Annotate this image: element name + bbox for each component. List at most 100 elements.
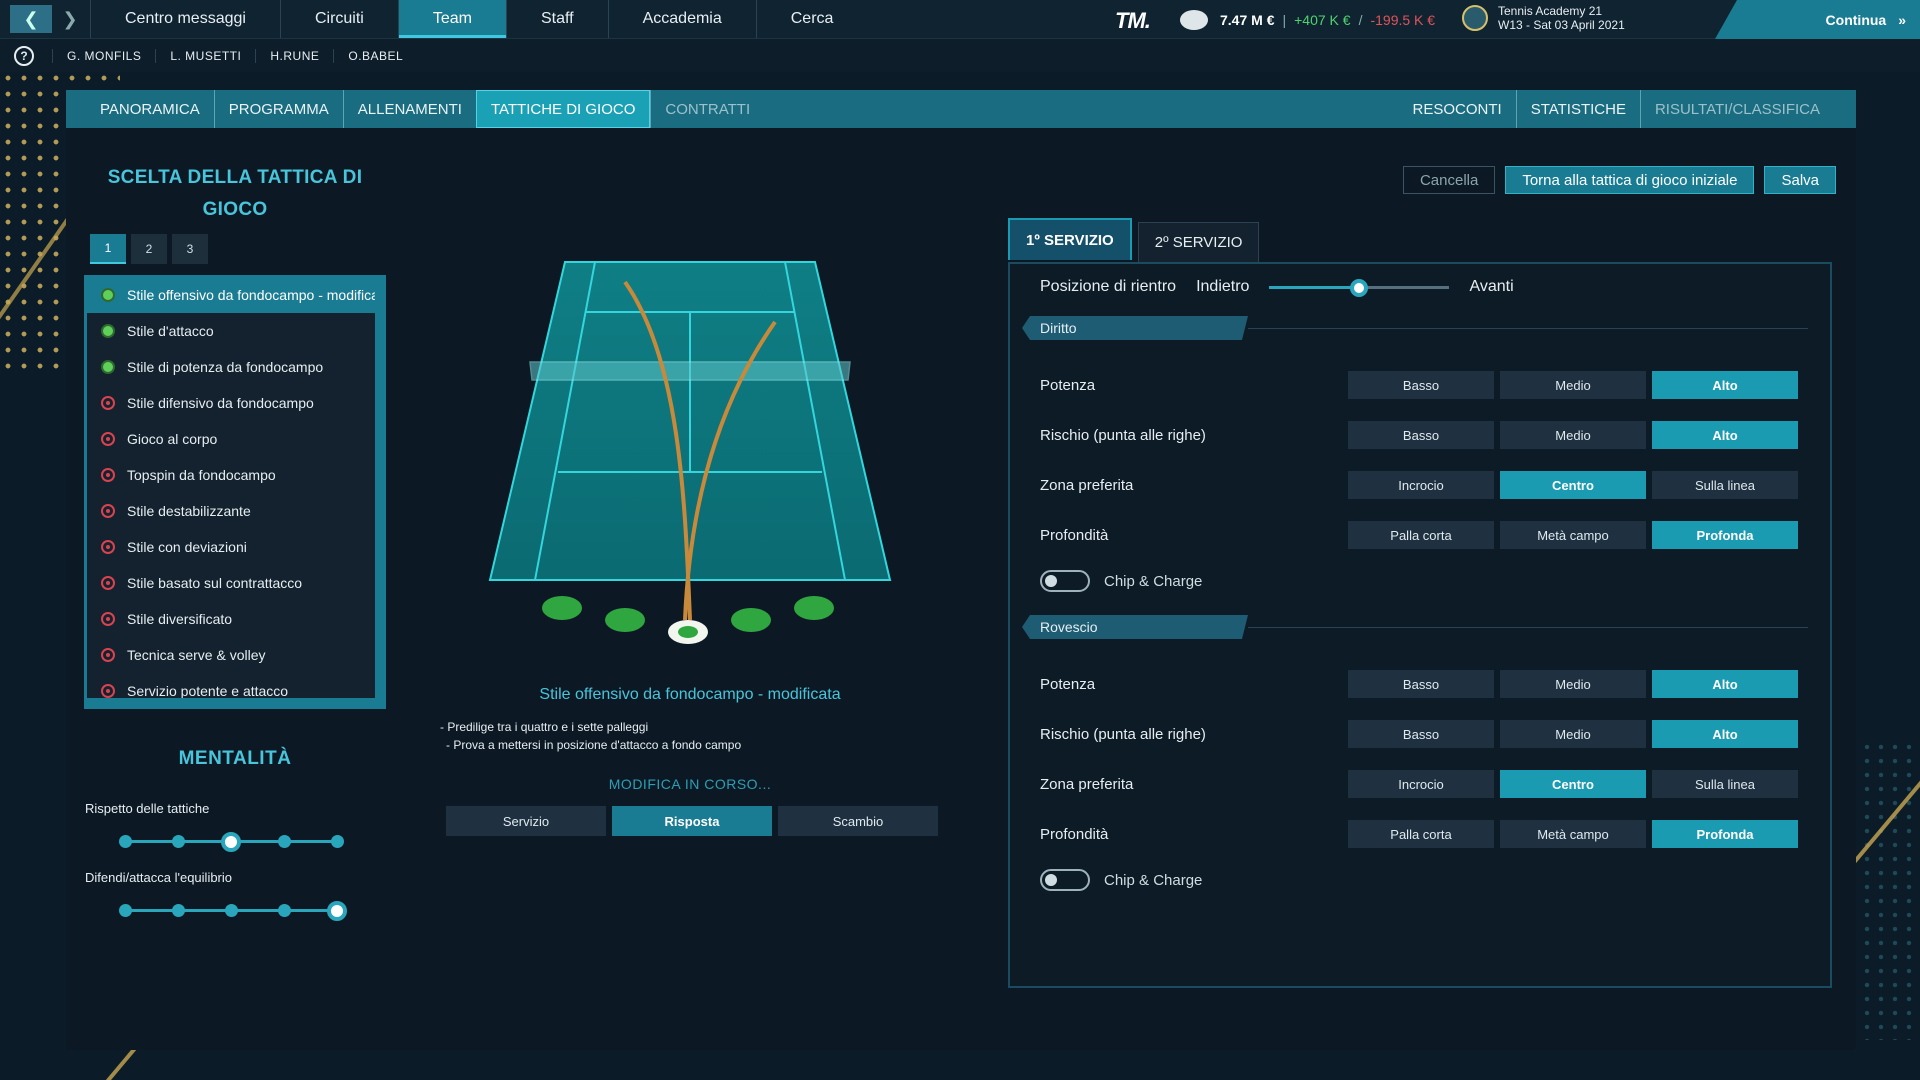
slider-step[interactable] bbox=[172, 835, 185, 848]
option-button[interactable]: Alto bbox=[1652, 670, 1798, 698]
chip-charge-toggle[interactable] bbox=[1040, 570, 1090, 592]
option-button[interactable]: Profonda bbox=[1652, 521, 1798, 549]
option-label: Zona preferita bbox=[1040, 476, 1134, 494]
option-button[interactable]: Basso bbox=[1348, 720, 1494, 748]
mentality-title: MENTALITÀ bbox=[178, 748, 292, 769]
option-button[interactable]: Medio bbox=[1500, 720, 1646, 748]
serve-tab[interactable]: 2º SERVIZIO bbox=[1137, 222, 1260, 262]
tactic-list-item[interactable]: Stile destabilizzante bbox=[87, 493, 383, 529]
help-icon[interactable]: ? bbox=[14, 45, 34, 66]
tactic-list-item[interactable]: Stile con deviazioni bbox=[87, 529, 383, 565]
subtab-programma[interactable]: PROGRAMMA bbox=[213, 90, 343, 128]
option-button[interactable]: Medio bbox=[1500, 670, 1646, 698]
player-tab[interactable]: O.BABEL bbox=[333, 48, 417, 63]
reset-tactic-button[interactable]: Torna alla tattica di gioco iniziale bbox=[1505, 166, 1755, 194]
slider-step[interactable] bbox=[278, 904, 291, 917]
tactic-list-item[interactable]: Stile basato sul contrattacco bbox=[87, 565, 383, 601]
slider-step[interactable] bbox=[331, 835, 344, 848]
subtab-contratti[interactable]: CONTRATTI bbox=[650, 90, 764, 128]
money-total: 7.47 M € bbox=[1220, 12, 1275, 28]
phase-tab-servizio[interactable]: Servizio bbox=[446, 806, 606, 836]
tactic-list-item[interactable]: Gioco al corpo bbox=[87, 421, 383, 457]
mentality-slider[interactable] bbox=[119, 831, 344, 852]
subtabs-left: PANORAMICA PROGRAMMA ALLENAMENTI TATTICHE D… bbox=[66, 90, 764, 128]
subtab-panoramica[interactable]: PANORAMICA bbox=[86, 90, 214, 128]
option-button[interactable]: Sulla linea bbox=[1652, 471, 1798, 499]
tactic-list-item[interactable]: Tecnica serve & volley bbox=[87, 637, 383, 673]
section-header: Diritto bbox=[1022, 316, 1248, 340]
tactic-slot-tab[interactable]: 2 bbox=[131, 234, 167, 264]
phase-tab-scambio[interactable]: Scambio bbox=[778, 806, 938, 836]
nav-item-centro-messaggi[interactable]: Centro messaggi bbox=[90, 0, 280, 38]
money-loss: -199.5 K € bbox=[1370, 12, 1436, 28]
tactic-slot-tab[interactable]: 3 bbox=[172, 234, 208, 264]
subtab-allenamenti[interactable]: ALLENAMENTI bbox=[342, 90, 476, 128]
serve-tab[interactable]: 1º SERVIZIO bbox=[1008, 218, 1132, 260]
subtab-statistiche[interactable]: STATISTICHE bbox=[1515, 90, 1640, 128]
section-header: Rovescio bbox=[1022, 615, 1248, 639]
cancel-button[interactable]: Cancella bbox=[1402, 166, 1496, 194]
academy-info[interactable]: Tennis Academy 21 W13 - Sat 03 April 202… bbox=[1462, 4, 1625, 32]
option-button[interactable]: Alto bbox=[1652, 371, 1798, 399]
option-button[interactable]: Sulla linea bbox=[1652, 770, 1798, 798]
nav-item-staff[interactable]: Staff bbox=[505, 0, 608, 38]
option-button[interactable]: Basso bbox=[1348, 421, 1494, 449]
option-button[interactable]: Metà campo bbox=[1500, 820, 1646, 848]
tactic-list-item[interactable]: Stile d'attacco bbox=[87, 313, 383, 349]
return-position-slider[interactable] bbox=[1269, 279, 1450, 297]
subtab-risultati-classifica[interactable]: RISULTATI/CLASSIFICA bbox=[1639, 90, 1834, 128]
tactic-slot-tab[interactable]: 1 bbox=[90, 234, 126, 264]
player-tab[interactable]: H.RUNE bbox=[255, 48, 333, 63]
option-button[interactable]: Basso bbox=[1348, 371, 1494, 399]
option-button[interactable]: Profonda bbox=[1652, 820, 1798, 848]
mentality-slider[interactable] bbox=[119, 900, 347, 921]
option-button[interactable]: Incrocio bbox=[1348, 770, 1494, 798]
nav-item-accademia[interactable]: Accademia bbox=[607, 0, 756, 38]
subtab-tattiche-di-gioco[interactable]: TATTICHE DI GIOCO bbox=[475, 90, 651, 128]
list-scrollbar[interactable] bbox=[375, 277, 383, 706]
option-button[interactable]: Alto bbox=[1652, 421, 1798, 449]
tactic-label: Gioco al corpo bbox=[127, 431, 218, 447]
tactic-label: Stile offensivo da fondocampo - modifica… bbox=[127, 287, 386, 303]
tactic-list-item[interactable]: Stile diversificato bbox=[87, 601, 383, 637]
available-dot-icon bbox=[101, 360, 115, 374]
slider-step[interactable] bbox=[221, 832, 241, 852]
option-button[interactable]: Centro bbox=[1500, 471, 1646, 499]
option-button[interactable]: Centro bbox=[1500, 770, 1646, 798]
option-button[interactable]: Basso bbox=[1348, 670, 1494, 698]
save-button[interactable]: Salva bbox=[1764, 166, 1836, 194]
player-tab[interactable]: L. MUSETTI bbox=[155, 48, 255, 63]
forward-arrow-icon[interactable]: ❯ bbox=[56, 5, 84, 33]
tactic-list-item[interactable]: Stile offensivo da fondocampo - modifica… bbox=[87, 277, 383, 313]
slider-step[interactable] bbox=[327, 901, 347, 921]
unavailable-dot-icon bbox=[101, 396, 115, 410]
slider-step[interactable] bbox=[172, 904, 185, 917]
option-button[interactable]: Medio bbox=[1500, 371, 1646, 399]
option-button[interactable]: Alto bbox=[1652, 720, 1798, 748]
available-dot-icon bbox=[101, 324, 115, 338]
tactic-label: Stile diversificato bbox=[127, 611, 233, 627]
slider-step[interactable] bbox=[119, 904, 132, 917]
continue-button[interactable]: Continua » bbox=[1715, 0, 1920, 39]
nav-item-team[interactable]: Team bbox=[397, 0, 507, 38]
nav-item-cerca[interactable]: Cerca bbox=[755, 0, 868, 38]
slider-step[interactable] bbox=[225, 904, 238, 917]
back-arrow-icon[interactable]: ❮ bbox=[10, 5, 52, 33]
slider-step[interactable] bbox=[119, 835, 132, 848]
nav-item-circuiti[interactable]: Circuiti bbox=[279, 0, 398, 38]
option-button[interactable]: Medio bbox=[1500, 421, 1646, 449]
option-button[interactable]: Palla corta bbox=[1348, 521, 1494, 549]
slider-knob[interactable] bbox=[1350, 279, 1369, 297]
subtab-resoconti[interactable]: RESOCONTI bbox=[1399, 90, 1516, 128]
slider-step[interactable] bbox=[278, 835, 291, 848]
tactic-list-item[interactable]: Topspin da fondocampo bbox=[87, 457, 383, 493]
option-button[interactable]: Palla corta bbox=[1348, 820, 1494, 848]
list-hscrollbar[interactable] bbox=[87, 698, 377, 706]
option-button[interactable]: Incrocio bbox=[1348, 471, 1494, 499]
option-button[interactable]: Metà campo bbox=[1500, 521, 1646, 549]
chip-charge-toggle[interactable] bbox=[1040, 869, 1090, 891]
phase-tab-risposta[interactable]: Risposta bbox=[612, 806, 772, 836]
tactic-list-item[interactable]: Stile difensivo da fondocampo bbox=[87, 385, 383, 421]
player-tab[interactable]: G. MONFILS bbox=[52, 48, 155, 63]
tactic-list-item[interactable]: Stile di potenza da fondocampo bbox=[87, 349, 383, 385]
